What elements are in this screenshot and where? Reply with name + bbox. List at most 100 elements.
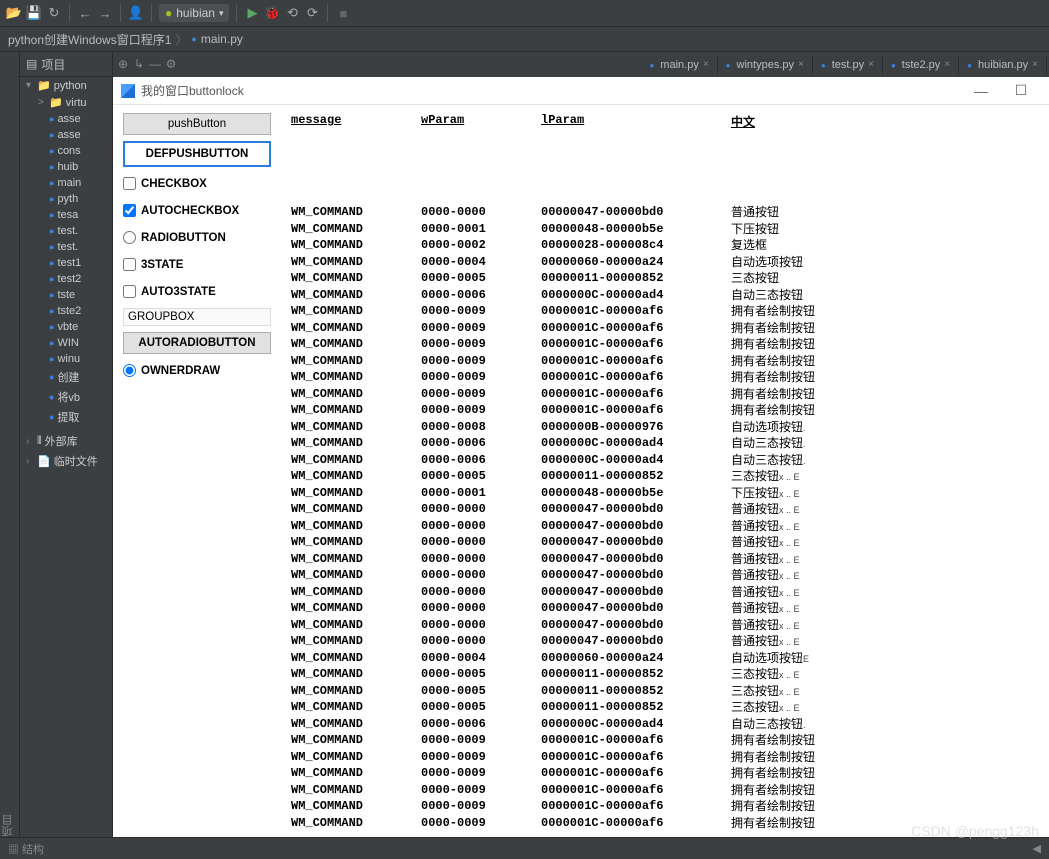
tree-item[interactable]: ● tste2 xyxy=(20,303,112,319)
tree-item[interactable]: ● pyth xyxy=(20,191,112,207)
message-row: WM_COMMAND0000-000500000011-00000852三态按钮… xyxy=(291,469,1039,486)
editor-tab[interactable]: test.py× xyxy=(813,56,883,74)
message-row: WM_COMMAND0000-00090000001C-00000af6拥有者绘… xyxy=(291,387,1039,404)
debug-icon[interactable]: 🐞 xyxy=(264,5,280,21)
stop-icon[interactable]: ■ xyxy=(335,5,351,21)
profile-icon[interactable]: ⟳ xyxy=(304,5,320,21)
col-wparam: wParam xyxy=(421,113,541,130)
pushbutton[interactable]: pushButton xyxy=(123,113,271,135)
message-row: WM_COMMAND0000-00090000001C-00000af6拥有者绘… xyxy=(291,354,1039,371)
controls-column: pushButton DEFPUSHBUTTON CHECKBOX AUTOCH… xyxy=(113,105,281,859)
message-row: WM_COMMAND0000-00060000000C-00000ad4自动三态… xyxy=(291,717,1039,734)
tree-item[interactable]: ● test1 xyxy=(20,255,112,271)
tree-item[interactable]: ● test. xyxy=(20,239,112,255)
message-row: WM_COMMAND0000-00090000001C-00000af6拥有者绘… xyxy=(291,750,1039,767)
ownerdraw[interactable]: OWNERDRAW xyxy=(123,360,271,381)
tree-item[interactable]: ● asse xyxy=(20,127,112,143)
message-row: WM_COMMAND0000-00060000000C-00000ad4自动三态… xyxy=(291,436,1039,453)
radiobutton[interactable]: RADIOBUTTON xyxy=(123,227,271,248)
autoradiobutton[interactable]: AUTORADIOBUTTON xyxy=(123,332,271,354)
message-row: WM_COMMAND0000-00090000001C-00000af6拥有者绘… xyxy=(291,766,1039,783)
col-chinese: 中文 xyxy=(731,113,851,130)
maximize-icon[interactable]: ☐ xyxy=(1001,82,1041,99)
message-row: WM_COMMAND0000-00090000001C-00000af6拥有者绘… xyxy=(291,816,1039,833)
tree-item[interactable]: ● winu xyxy=(20,351,112,367)
tree-item[interactable]: ● 创建 xyxy=(20,367,112,387)
gear-icon[interactable]: ⚙ xyxy=(163,57,179,73)
ide-toolbar: 📂 💾 ↻ ← → 👤 ●huibian▾ ▶ 🐞 ⟲ ⟳ ■ xyxy=(0,0,1049,27)
scratch-files[interactable]: ›📄 临时文件 xyxy=(20,451,112,471)
tree-item[interactable]: ● asse xyxy=(20,111,112,127)
message-row: WM_COMMAND0000-00090000001C-00000af6拥有者绘… xyxy=(291,304,1039,321)
tree-item[interactable]: ● WIN xyxy=(20,335,112,351)
native-window: 我的窗口buttonlock — ☐ pushButton DEFPUSHBUT… xyxy=(113,77,1049,859)
message-row: WM_COMMAND0000-000000000047-00000bd0普通按钮… xyxy=(291,568,1039,585)
editor-tab[interactable]: wintypes.py× xyxy=(718,56,813,74)
message-row: WM_COMMAND0000-000000000047-00000bd0普通按钮… xyxy=(291,601,1039,618)
message-row: WM_COMMAND0000-00060000000C-00000ad4自动三态… xyxy=(291,453,1039,470)
tree-item[interactable]: ● tesa xyxy=(20,207,112,223)
tree-item[interactable]: ● huib xyxy=(20,159,112,175)
tree-item[interactable]: ● test. xyxy=(20,223,112,239)
message-row: WM_COMMAND0000-00090000001C-00000af6拥有者绘… xyxy=(291,337,1039,354)
editor-tab[interactable]: huibian.py× xyxy=(959,56,1047,74)
user-icon[interactable]: 👤 xyxy=(128,5,144,21)
structure-tool[interactable]: ▦ 结构 xyxy=(8,841,44,857)
app-icon xyxy=(121,84,135,98)
message-row: WM_COMMAND0000-000200000028-000008c4复选框 xyxy=(291,238,1039,255)
message-row: WM_COMMAND0000-000500000011-00000852三态按钮… xyxy=(291,700,1039,717)
message-row: WM_COMMAND0000-00090000001C-00000af6拥有者绘… xyxy=(291,799,1039,816)
state3[interactable]: 3STATE xyxy=(123,254,271,275)
breadcrumb-project[interactable]: python创建Windows窗口程序1 xyxy=(8,31,171,48)
external-libs[interactable]: ›⫴ 外部库 xyxy=(20,431,112,451)
message-row: WM_COMMAND0000-000000000047-00000bd0普通按钮… xyxy=(291,535,1039,552)
redo-icon[interactable]: → xyxy=(97,5,113,21)
coverage-icon[interactable]: ⟲ xyxy=(284,5,300,21)
project-tree[interactable]: ▤ 项目 ▾📁 python >📁 virtu● asse● asse● con… xyxy=(20,52,113,859)
autocheckbox[interactable]: AUTOCHECKBOX xyxy=(123,200,271,221)
checkbox[interactable]: CHECKBOX xyxy=(123,173,271,194)
message-row: WM_COMMAND0000-00090000001C-00000af6拥有者绘… xyxy=(291,783,1039,800)
tree-item[interactable]: ● 将vb xyxy=(20,387,112,407)
message-row: WM_COMMAND0000-000000000047-00000bd0普通按钮… xyxy=(291,634,1039,651)
tree-item[interactable]: ● 提取 xyxy=(20,407,112,427)
forward-icon[interactable]: ↳ xyxy=(131,57,147,73)
tree-item[interactable]: ● main xyxy=(20,175,112,191)
target-icon[interactable]: ⊕ xyxy=(115,57,131,73)
message-row: WM_COMMAND0000-000000000047-00000bd0普通按钮… xyxy=(291,502,1039,519)
run-config-combo[interactable]: ●huibian▾ xyxy=(159,4,229,22)
message-row: WM_COMMAND0000-000000000047-00000bd0普通按钮… xyxy=(291,618,1039,635)
status-bar: ▦ 结构 ◀ xyxy=(0,837,1049,859)
breadcrumb: python创建Windows窗口程序1 〉 ● main.py xyxy=(0,27,1049,52)
minimize-icon[interactable]: — xyxy=(961,83,1001,99)
message-row: WM_COMMAND0000-000000000047-00000bd0普通按钮… xyxy=(291,519,1039,536)
groupbox-label: GROUPBOX xyxy=(123,308,271,326)
auto3state[interactable]: AUTO3STATE xyxy=(123,281,271,302)
message-row: WM_COMMAND0000-000000000047-00000bd0普通按钮 xyxy=(291,205,1039,222)
run-icon[interactable]: ▶ xyxy=(244,5,260,21)
editor-tab[interactable]: main.py× xyxy=(641,56,717,74)
save-icon[interactable]: 💾 xyxy=(26,5,42,21)
open-icon[interactable]: 📂 xyxy=(6,5,22,21)
message-row: WM_COMMAND0000-00090000001C-00000af6拥有者绘… xyxy=(291,403,1039,420)
breadcrumb-file[interactable]: main.py xyxy=(201,32,243,46)
collapse-icon[interactable]: — xyxy=(147,57,163,73)
undo-icon[interactable]: ← xyxy=(77,5,93,21)
window-title: 我的窗口buttonlock xyxy=(141,82,244,99)
side-tool-strip[interactable]: 1: 项目 xyxy=(0,52,20,859)
tree-item[interactable]: ● cons xyxy=(20,143,112,159)
tree-item[interactable]: ● tste xyxy=(20,287,112,303)
message-row: WM_COMMAND0000-000000000047-00000bd0普通按钮… xyxy=(291,585,1039,602)
message-row: WM_COMMAND0000-000400000060-00000a24自动选项… xyxy=(291,255,1039,272)
message-row: WM_COMMAND0000-000400000060-00000a24自动选项… xyxy=(291,651,1039,668)
defpushbutton[interactable]: DEFPUSHBUTTON xyxy=(123,141,271,167)
tree-item[interactable]: ● vbte xyxy=(20,319,112,335)
tree-item[interactable]: >📁 virtu xyxy=(20,94,112,111)
window-titlebar[interactable]: 我的窗口buttonlock — ☐ xyxy=(113,77,1049,105)
message-list: message wParam lParam 中文 WM_COMMAND0000-… xyxy=(281,105,1049,859)
sync-icon[interactable]: ↻ xyxy=(46,5,62,21)
message-row: WM_COMMAND0000-000100000048-00000b5e下压按钮… xyxy=(291,486,1039,503)
editor-tab[interactable]: tste2.py× xyxy=(883,56,959,74)
message-row: WM_COMMAND0000-000100000048-00000b5e下压按钮 xyxy=(291,222,1039,239)
tree-item[interactable]: ● test2 xyxy=(20,271,112,287)
